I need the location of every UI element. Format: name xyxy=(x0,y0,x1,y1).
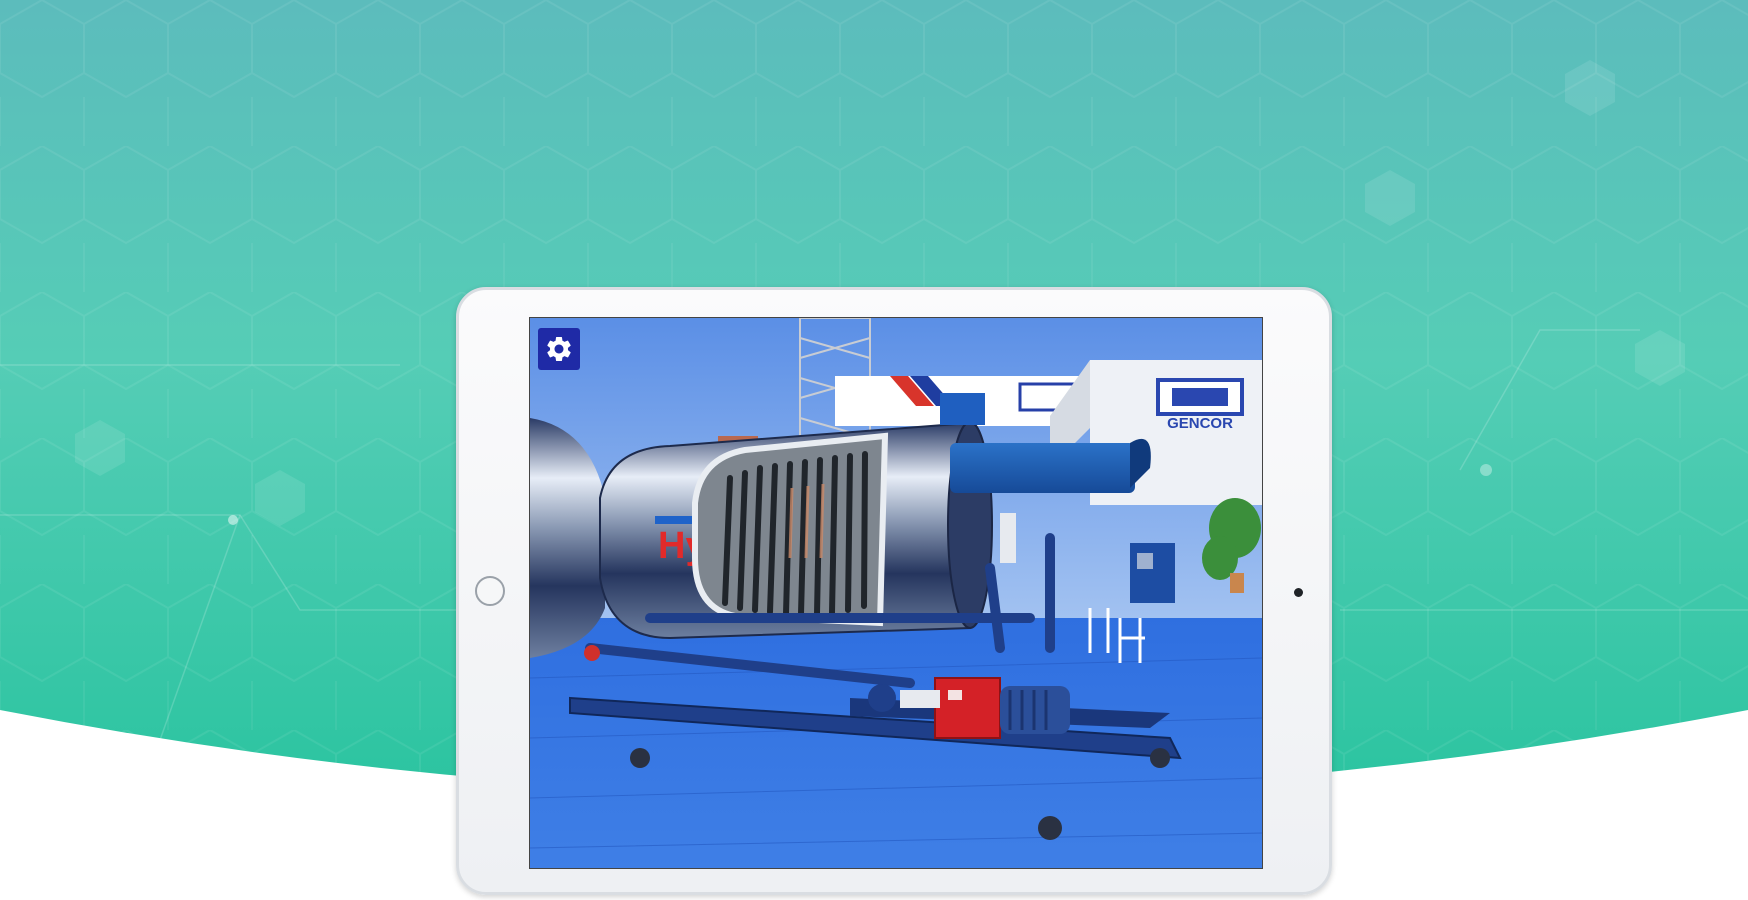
home-button[interactable] xyxy=(475,576,505,606)
tablet-device: GENCOR Hy xyxy=(456,287,1332,895)
booth-logo-text: GENCOR xyxy=(1167,415,1233,432)
settings-button[interactable] xyxy=(538,328,580,370)
front-camera xyxy=(1294,588,1303,597)
boiler-photo: GENCOR Hy xyxy=(530,318,1262,868)
gear-icon xyxy=(547,337,571,361)
tablet-screen: GENCOR Hy xyxy=(529,317,1263,869)
